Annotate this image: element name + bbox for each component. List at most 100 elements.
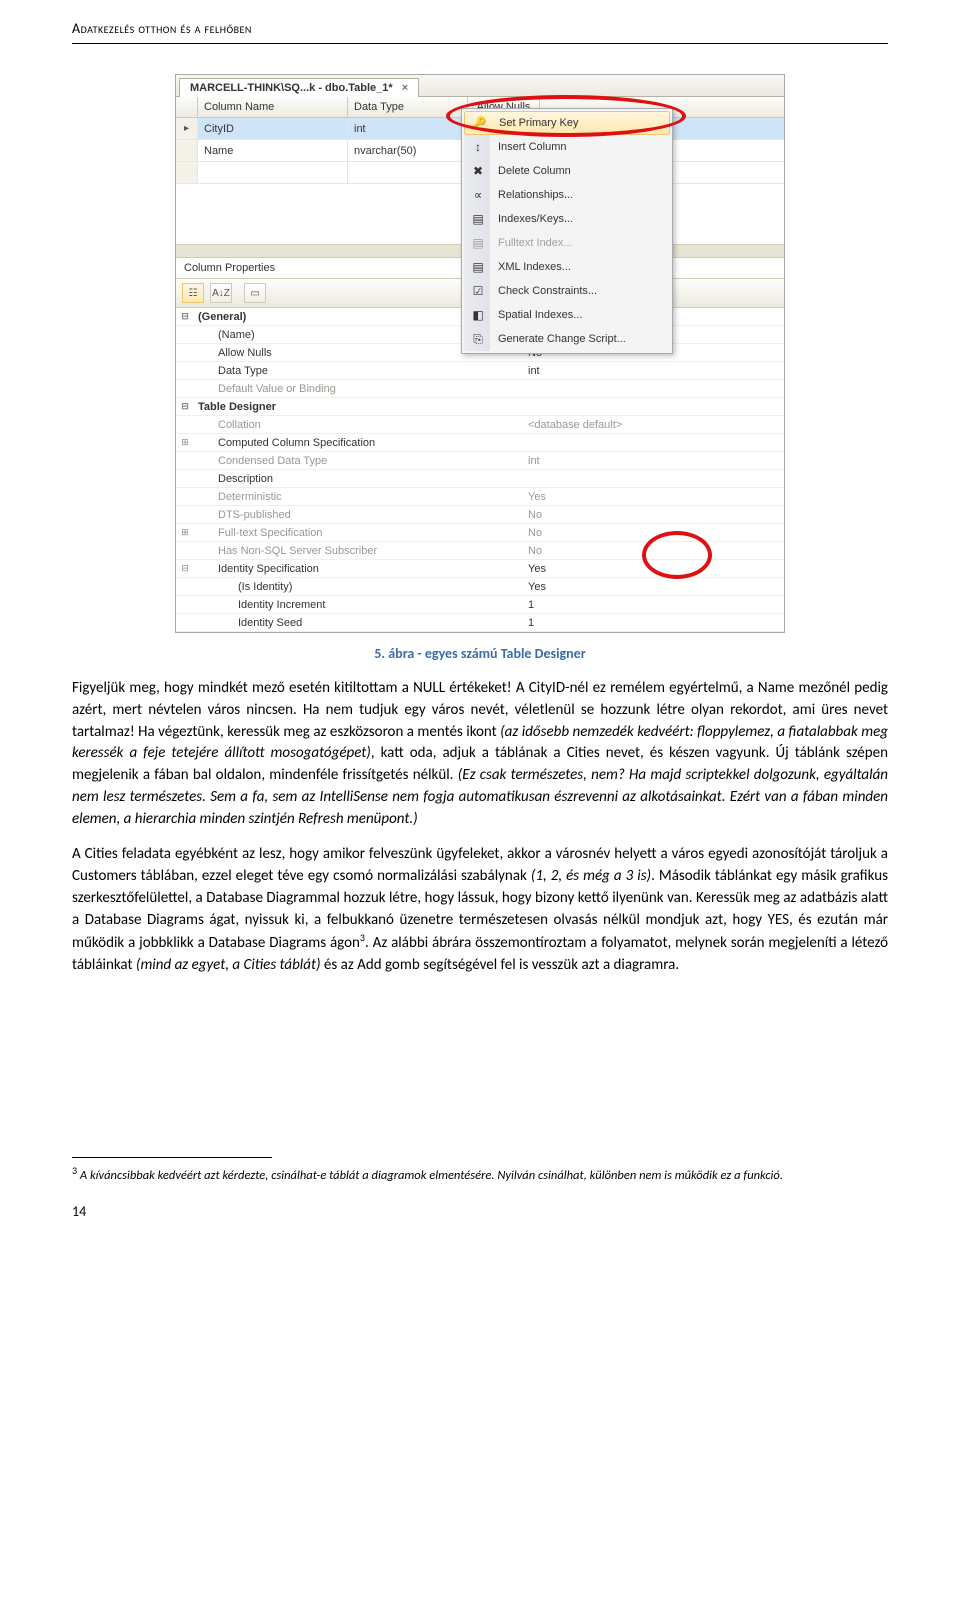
fulltext-icon: ▤	[470, 235, 486, 251]
row-selector-icon[interactable]	[176, 162, 198, 183]
property-value: int	[524, 453, 784, 469]
property-value: No	[524, 507, 784, 523]
property-value[interactable]: 1	[524, 615, 784, 631]
property-value: No	[524, 525, 784, 541]
spatial-indexes-icon: ◧	[470, 307, 486, 323]
figure-caption: 5. ábra - egyes számú Table Designer	[72, 645, 888, 662]
property-row[interactable]: ⊟Table Designer	[176, 398, 784, 416]
alphabetical-button[interactable]: A↓Z	[210, 283, 232, 303]
property-row[interactable]: Description	[176, 470, 784, 488]
property-name: Table Designer	[194, 399, 524, 415]
property-name: DTS-published	[194, 507, 524, 523]
menu-item-label: Delete Column	[498, 165, 571, 177]
header-data-type: Data Type	[348, 97, 468, 117]
property-name: Default Value or Binding	[194, 381, 524, 397]
delete-column-icon: ✖	[470, 163, 486, 179]
property-name: Has Non-SQL Server Subscriber	[194, 543, 524, 559]
menu-item-delete-column[interactable]: ✖ Delete Column	[464, 159, 670, 183]
header-gutter	[176, 97, 198, 117]
menu-item-generate-change-script[interactable]: ⎘ Generate Change Script...	[464, 327, 670, 351]
row-selector-icon[interactable]: ▸	[176, 118, 198, 139]
expand-icon[interactable]: ⊟	[176, 401, 194, 412]
footnote: 3 A kíváncsibbak kedvéért azt kérdezte, …	[72, 1164, 888, 1185]
footnote-text: A kíváncsibbak kedvéért azt kérdezte, cs…	[77, 1168, 783, 1183]
menu-item-fulltext-index: ▤ Fulltext Index...	[464, 231, 670, 255]
property-name: Deterministic	[194, 489, 524, 505]
property-value[interactable]	[524, 441, 784, 445]
menu-item-label: Spatial Indexes...	[498, 309, 582, 321]
menu-item-label: Set Primary Key	[499, 117, 578, 129]
property-name: Collation	[194, 417, 524, 433]
close-icon[interactable]: ×	[402, 82, 408, 94]
property-value[interactable]: Yes	[524, 561, 784, 577]
key-icon: 🔑	[471, 115, 487, 131]
menu-item-label: Insert Column	[498, 141, 566, 153]
paragraph: Figyeljük meg, hogy mindkét mező esetén …	[72, 678, 888, 830]
paragraph: A Cities feladata egyébként az lesz, hog…	[72, 844, 888, 977]
insert-column-icon: ↕	[470, 139, 486, 155]
property-name: Identity Increment	[194, 597, 524, 613]
property-value[interactable]: int	[524, 363, 784, 379]
cell-data-type[interactable]: nvarchar(50)	[348, 140, 468, 161]
property-row[interactable]: ⊟Identity SpecificationYes	[176, 560, 784, 578]
property-row[interactable]: ⊞Computed Column Specification	[176, 434, 784, 452]
property-row: Default Value or Binding	[176, 380, 784, 398]
property-value	[524, 387, 784, 391]
cell-data-type[interactable]	[348, 162, 468, 183]
menu-item-label: Fulltext Index...	[498, 237, 573, 249]
menu-item-label: XML Indexes...	[498, 261, 571, 273]
property-name: Computed Column Specification	[194, 435, 524, 451]
script-icon: ⎘	[470, 331, 486, 347]
properties-grid: ⊟(General)(Name)CityIDAllow NullsNoData …	[176, 308, 784, 632]
property-row: DTS-publishedNo	[176, 506, 784, 524]
property-row[interactable]: (Is Identity)Yes	[176, 578, 784, 596]
document-tab-strip: MARCELL-THINK\SQ...k - dbo.Table_1* ×	[176, 75, 784, 97]
sql-designer-screenshot: MARCELL-THINK\SQ...k - dbo.Table_1* × Co…	[175, 74, 785, 633]
row-selector-icon[interactable]	[176, 140, 198, 161]
property-row: Collation<database default>	[176, 416, 784, 434]
property-row[interactable]: Data Typeint	[176, 362, 784, 380]
cell-column-name[interactable]: Name	[198, 140, 348, 161]
property-row: ⊞Full-text SpecificationNo	[176, 524, 784, 542]
cell-column-name[interactable]	[198, 162, 348, 183]
menu-item-indexes-keys[interactable]: ▤ Indexes/Keys...	[464, 207, 670, 231]
text-run: és az Add gomb segítségével fel is vessz…	[321, 956, 680, 974]
page-root: Adatkezelés otthon és a felhőben MARCELL…	[0, 0, 960, 1260]
expand-icon[interactable]: ⊞	[176, 527, 194, 538]
menu-item-spatial-indexes[interactable]: ◧ Spatial Indexes...	[464, 303, 670, 327]
indexes-icon: ▤	[470, 211, 486, 227]
property-row: Condensed Data Typeint	[176, 452, 784, 470]
italic-run: (1, 2, és még a 3 is)	[531, 867, 651, 885]
property-name: Identity Seed	[194, 615, 524, 631]
menu-item-label: Indexes/Keys...	[498, 213, 573, 225]
menu-item-insert-column[interactable]: ↕ Insert Column	[464, 135, 670, 159]
categorize-button[interactable]: ☷	[182, 283, 204, 303]
expand-icon[interactable]: ⊞	[176, 437, 194, 448]
menu-item-label: Check Constraints...	[498, 285, 597, 297]
property-value[interactable]: Yes	[524, 579, 784, 595]
property-row[interactable]: Identity Increment1	[176, 596, 784, 614]
property-row: Has Non-SQL Server SubscriberNo	[176, 542, 784, 560]
property-value[interactable]	[524, 477, 784, 481]
page-number: 14	[72, 1203, 888, 1220]
menu-item-set-primary-key[interactable]: 🔑 Set Primary Key	[464, 111, 670, 135]
cell-data-type[interactable]: int	[348, 118, 468, 139]
property-pages-button[interactable]: ▭	[244, 283, 266, 303]
expand-icon[interactable]: ⊟	[176, 311, 194, 322]
property-name: Data Type	[194, 363, 524, 379]
property-value: Yes	[524, 489, 784, 505]
property-value[interactable]: 1	[524, 597, 784, 613]
check-constraints-icon: ☑	[470, 283, 486, 299]
property-value: <database default>	[524, 417, 784, 433]
menu-item-label: Relationships...	[498, 189, 573, 201]
menu-item-xml-indexes[interactable]: ▤ XML Indexes...	[464, 255, 670, 279]
expand-icon[interactable]: ⊟	[176, 563, 194, 574]
cell-column-name[interactable]: CityID	[198, 118, 348, 139]
property-value[interactable]	[524, 405, 784, 409]
page-header: Adatkezelés otthon és a felhőben	[72, 20, 888, 44]
menu-item-relationships[interactable]: ∝ Relationships...	[464, 183, 670, 207]
document-tab[interactable]: MARCELL-THINK\SQ...k - dbo.Table_1* ×	[179, 78, 419, 97]
property-row[interactable]: Identity Seed1	[176, 614, 784, 632]
body-text: Figyeljük meg, hogy mindkét mező esetén …	[72, 678, 888, 977]
menu-item-check-constraints[interactable]: ☑ Check Constraints...	[464, 279, 670, 303]
